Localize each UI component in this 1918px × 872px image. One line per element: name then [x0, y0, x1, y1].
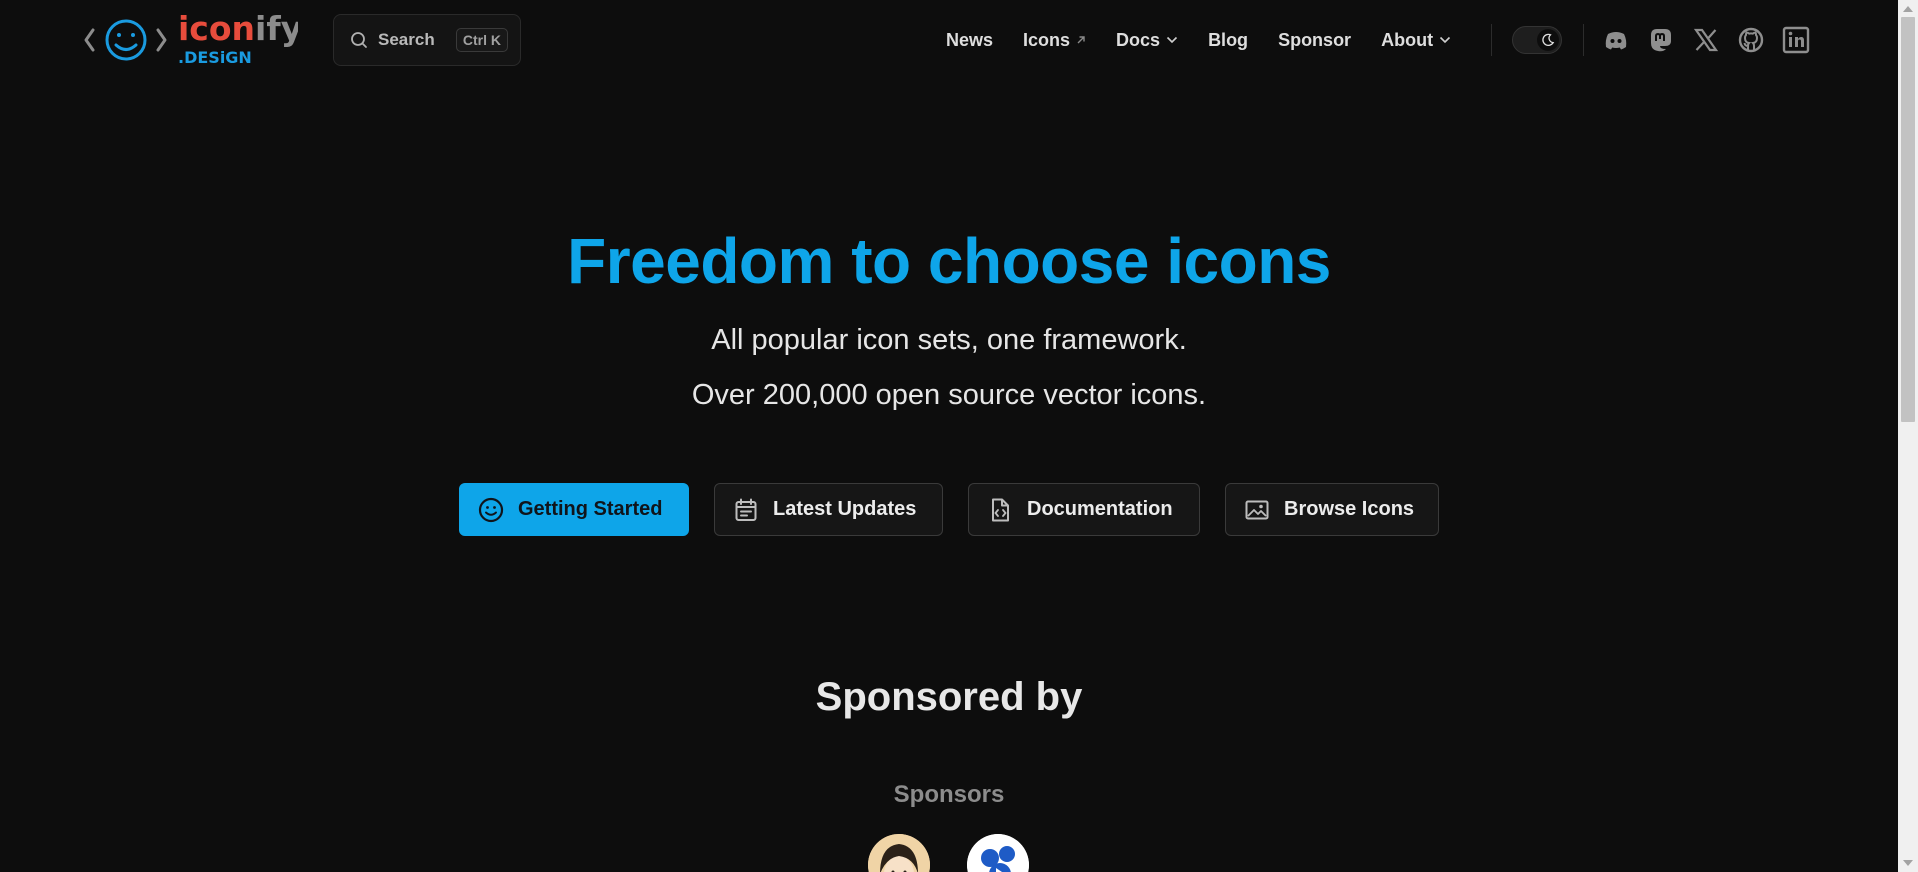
- nav-sponsor-label: Sponsor: [1278, 29, 1352, 50]
- smiley-icon: [478, 497, 504, 522]
- sponsored-heading: Sponsored by: [815, 675, 1083, 719]
- github-icon[interactable]: [1737, 26, 1765, 54]
- external-arrow-icon: [1077, 36, 1085, 44]
- nav-blog-label: Blog: [1208, 29, 1249, 50]
- getting-started-label: Getting Started: [518, 498, 663, 520]
- image-icon: [1245, 500, 1269, 519]
- search-shortcut: Ctrl K: [455, 28, 508, 52]
- x-twitter-icon[interactable]: [1692, 26, 1720, 54]
- sponsors-label: Sponsors: [893, 781, 1005, 808]
- theme-toggle[interactable]: [1512, 26, 1562, 54]
- nav-divider: [1583, 24, 1584, 56]
- search-placeholder: Search: [378, 30, 435, 49]
- hero-subtitle-count: Over 200,000 open source vector icons.: [691, 379, 1207, 411]
- scrollbar-thumb[interactable]: [1901, 17, 1915, 422]
- mastodon-icon[interactable]: [1647, 26, 1675, 54]
- hero-actions: Getting Started Latest Updates Documenta…: [0, 483, 1898, 536]
- toggle-knob: [1537, 29, 1559, 51]
- nav-icons[interactable]: Icons: [1023, 30, 1086, 51]
- scroll-down-arrow-icon[interactable]: [1903, 860, 1913, 866]
- vertical-scrollbar[interactable]: [1898, 0, 1918, 872]
- chevron-down-icon: [1166, 36, 1178, 44]
- latest-updates-label: Latest Updates: [773, 498, 917, 520]
- logo-subtext: .DESiGN: [178, 48, 252, 67]
- browse-icons-button[interactable]: Browse Icons: [1225, 483, 1439, 536]
- chevron-down-icon: [1439, 36, 1451, 44]
- search-icon: [351, 32, 367, 48]
- nav-blog[interactable]: Blog: [1208, 30, 1248, 51]
- documentation-button[interactable]: Documentation: [968, 483, 1200, 536]
- sponsor-logo: [967, 834, 1029, 872]
- sponsor-avatar[interactable]: [967, 834, 1029, 872]
- logo-mark: [84, 19, 167, 61]
- moon-icon: [1542, 33, 1555, 47]
- sponsor-portrait: [868, 834, 930, 872]
- sponsor-avatar[interactable]: [868, 834, 930, 872]
- discord-icon[interactable]: [1602, 26, 1630, 54]
- nav-sponsor[interactable]: Sponsor: [1278, 30, 1351, 51]
- hero-subtitle-sets: All popular icon sets, one framework.: [711, 324, 1187, 356]
- documentation-label: Documentation: [1027, 498, 1173, 520]
- code-document-icon: [992, 498, 1009, 521]
- nav-divider: [1491, 24, 1492, 56]
- nav-about-label: About: [1381, 29, 1434, 50]
- scroll-up-arrow-icon[interactable]: [1903, 6, 1913, 12]
- page: iconify .DESiGN Search Ctrl K News Icons: [0, 0, 1898, 872]
- browse-icons-label: Browse Icons: [1284, 498, 1415, 520]
- nav-news-label: News: [946, 29, 994, 50]
- hero-title: Freedom to choose icons: [567, 225, 1331, 297]
- nav-news[interactable]: News: [946, 30, 993, 51]
- nav-docs[interactable]: Docs: [1116, 30, 1178, 51]
- search-button[interactable]: Search Ctrl K: [333, 14, 521, 66]
- nav-docs-label: Docs: [1116, 29, 1161, 50]
- linkedin-icon[interactable]: [1782, 26, 1810, 54]
- calendar-icon: [735, 498, 757, 521]
- main-nav: News Icons Docs Blog Sponsor About: [946, 0, 1481, 80]
- latest-updates-button[interactable]: Latest Updates: [714, 483, 943, 536]
- iconify-logo[interactable]: iconify .DESiGN: [84, 10, 298, 70]
- logo-wordmark: iconify: [178, 10, 298, 48]
- nav-icons-label: Icons: [1023, 29, 1071, 50]
- top-navigation: iconify .DESiGN Search Ctrl K News Icons: [0, 0, 1898, 80]
- nav-about[interactable]: About: [1381, 30, 1451, 51]
- getting-started-button[interactable]: Getting Started: [459, 483, 689, 536]
